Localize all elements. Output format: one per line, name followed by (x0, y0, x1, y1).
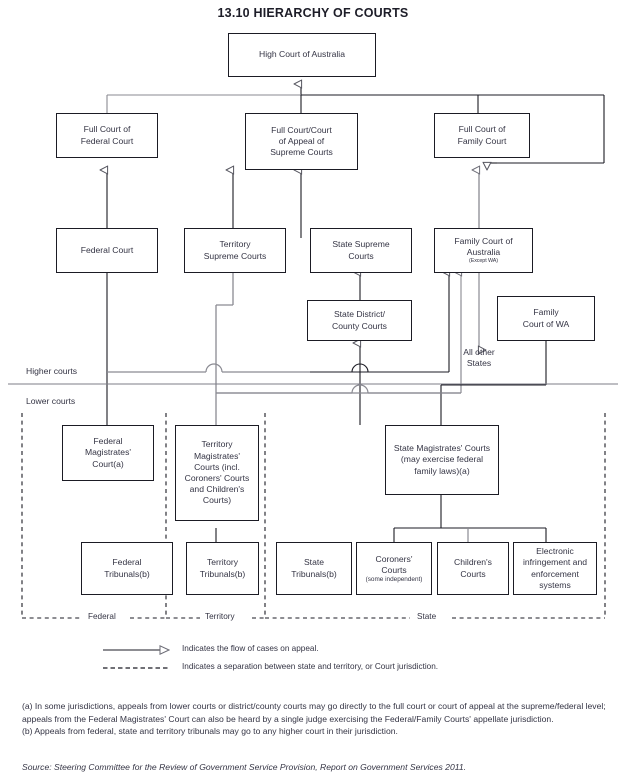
node-full-court-supreme-label: Full Court/Court of Appeal of Supreme Cour… (270, 124, 333, 158)
zone-label-territory: Territory (205, 612, 235, 621)
node-high-court-label: High Court of Australia (259, 49, 345, 60)
footnotes: (a) In some jurisdictions, appeals from … (22, 700, 608, 738)
zone-label-state: State (417, 612, 437, 621)
node-full-court-family-label: Full Court of Family Court (457, 124, 507, 146)
legend-flow-text: Indicates the flow of cases on appeal. (182, 644, 319, 653)
footnote-b: (b) Appeals from federal, state and terr… (22, 726, 398, 737)
footnote-a: (a) In some jurisdictions, appeals from … (22, 701, 606, 724)
node-federal-magistrates-court-label: Federal Magistrates' Court(a) (84, 436, 132, 469)
node-family-court-australia[interactable]: Family Court of Australia (Except WA) (434, 228, 533, 273)
node-family-court-australia-label: Family Court of Australia (454, 236, 513, 258)
node-coroners-courts[interactable]: Coroners' Courts (some independent) (356, 542, 432, 595)
node-full-court-federal[interactable]: Full Court of Federal Court (56, 113, 158, 158)
court-hierarchy-diagram: 13.10 HIERARCHY OF COURTS High Court of … (0, 0, 626, 782)
node-state-district-county-courts[interactable]: State District/County Courts (307, 300, 412, 341)
source-note: Source: Steering Committee for the Revie… (22, 762, 467, 772)
node-federal-tribunals-label: Federal Tribunals(b) (104, 557, 150, 579)
node-territory-tribunals-label: Territory Tribunals(b) (199, 557, 246, 579)
node-state-supreme-courts[interactable]: State Supreme Courts (310, 228, 412, 273)
node-coroners-courts-label: Coroners' Courts (375, 553, 413, 575)
zone-label-federal: Federal (88, 612, 116, 621)
node-territory-supreme-courts[interactable]: Territory Supreme Courts (184, 228, 286, 273)
node-federal-tribunals[interactable]: Federal Tribunals(b) (81, 542, 173, 595)
node-childrens-courts[interactable]: Children's Courts (437, 542, 509, 595)
label-lower-courts: Lower courts (26, 396, 76, 406)
node-state-magistrates-courts-label: State Magistrates' Courts (may exercise f… (393, 443, 491, 476)
node-territory-magistrates-courts-label: Territory Magistrates' Courts (incl. Corone… (184, 439, 250, 506)
node-federal-court[interactable]: Federal Court (56, 228, 158, 273)
label-all-other-states: All other States (463, 347, 495, 368)
legend-separation-text: Indicates a separation between state and… (182, 662, 439, 671)
node-electronic-infringement-label: Electronic infringement and enforcement sys… (522, 546, 588, 590)
node-federal-court-label: Federal Court (80, 244, 134, 255)
node-state-district-county-courts-label: State District/County Courts (332, 309, 387, 331)
node-state-magistrates-courts[interactable]: State Magistrates' Courts (may exercise f… (385, 425, 499, 495)
node-family-court-wa[interactable]: Family Court of WA (497, 296, 595, 341)
node-full-court-federal-label: Full Court of Federal Court (80, 124, 134, 146)
node-coroners-courts-sublabel: (some independent) (365, 575, 423, 583)
node-electronic-infringement[interactable]: Electronic infringement and enforcement sys… (513, 542, 597, 595)
node-state-tribunals-label: State Tribunals(b) (291, 557, 337, 579)
node-family-court-australia-sublabel: (Except WA) (469, 258, 498, 265)
node-full-court-supreme[interactable]: Full Court/Court of Appeal of Supreme Cour… (245, 113, 358, 170)
node-territory-supreme-courts-label: Territory Supreme Courts (203, 239, 267, 261)
node-state-tribunals[interactable]: State Tribunals(b) (276, 542, 352, 595)
node-territory-magistrates-courts[interactable]: Territory Magistrates' Courts (incl. Corone… (175, 425, 259, 521)
label-higher-courts: Higher courts (26, 366, 78, 376)
node-state-supreme-courts-label: State Supreme Courts (332, 239, 390, 261)
node-family-court-wa-label: Family Court of WA (522, 307, 570, 329)
node-high-court[interactable]: High Court of Australia (228, 33, 376, 77)
node-childrens-courts-label: Children's Courts (454, 557, 492, 579)
node-territory-tribunals[interactable]: Territory Tribunals(b) (186, 542, 259, 595)
node-federal-magistrates-court[interactable]: Federal Magistrates' Court(a) (62, 425, 154, 481)
node-full-court-family[interactable]: Full Court of Family Court (434, 113, 530, 158)
